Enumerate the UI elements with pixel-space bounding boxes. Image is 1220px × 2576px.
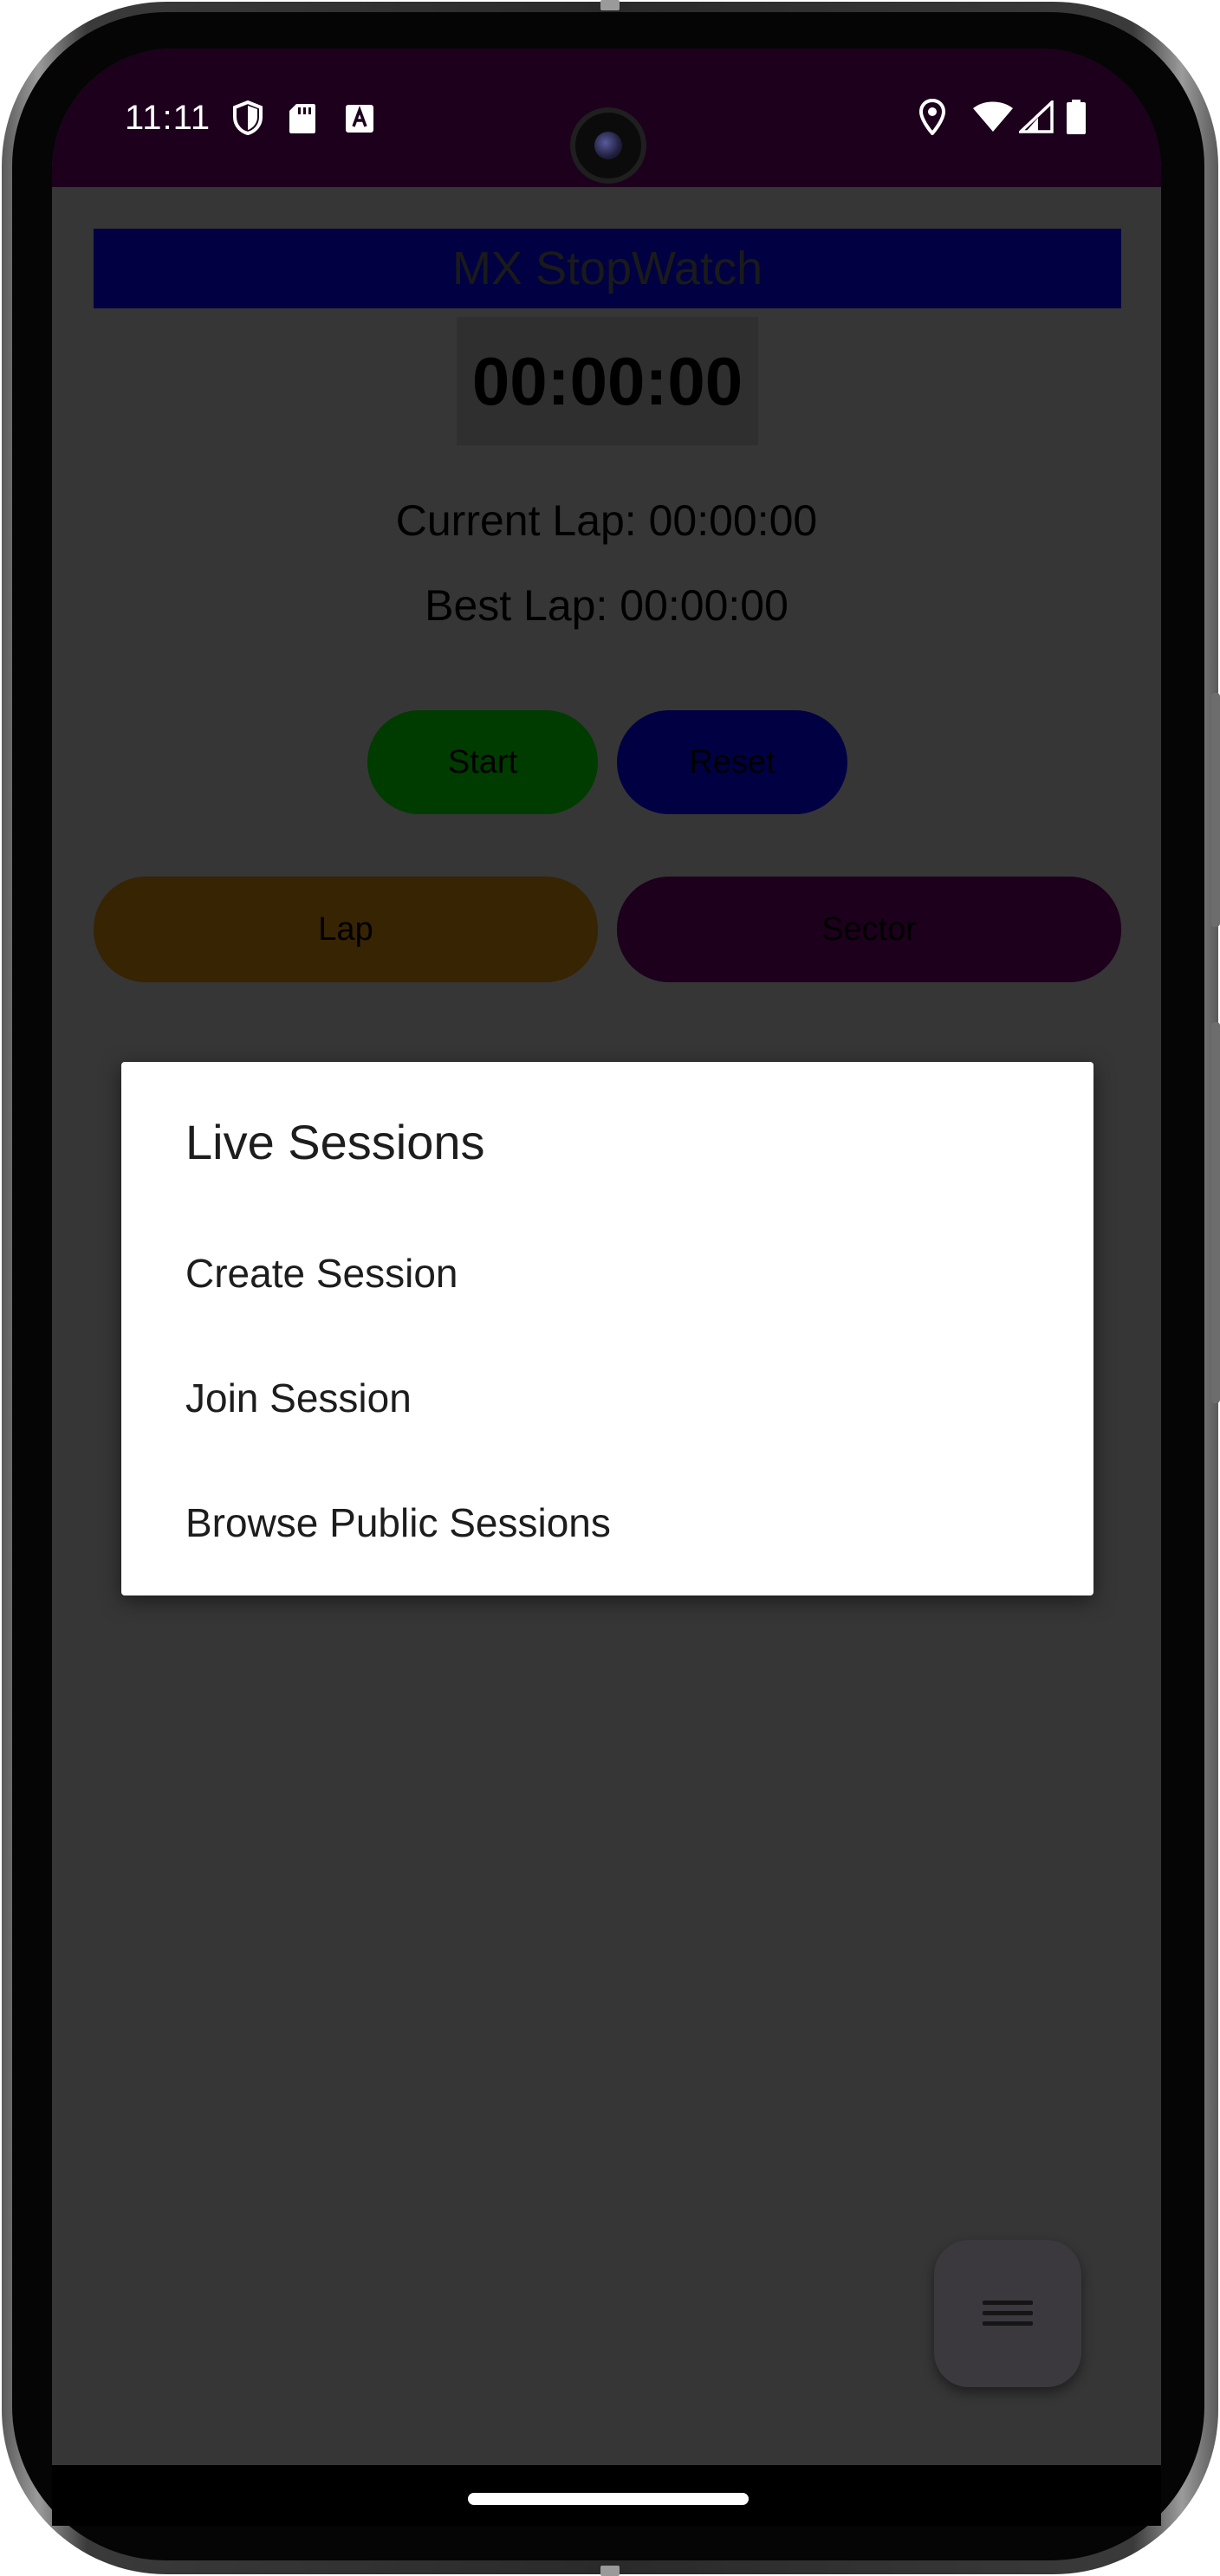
menu-fab-button[interactable] (934, 2240, 1081, 2387)
join-session-option[interactable]: Join Session (121, 1336, 1093, 1460)
front-camera (570, 107, 646, 184)
live-sessions-dialog: Live Sessions Create Session Join Sessio… (121, 1062, 1093, 1595)
browse-public-sessions-option[interactable]: Browse Public Sessions (121, 1460, 1093, 1585)
location-icon (918, 99, 946, 135)
current-lap-label: Current Lap: 00:00:00 (395, 496, 818, 545)
power-button (1211, 693, 1220, 927)
status-bar: 11:11 (52, 49, 1161, 187)
sd-card-icon (289, 104, 315, 133)
status-time: 11:11 (125, 99, 211, 137)
phone-screen: 11:11 MX StopWatch 00:00:00 Current Lap:… (52, 49, 1161, 2465)
volume-button (1211, 1022, 1220, 1403)
shield-icon (233, 100, 263, 135)
camera-lens (594, 132, 622, 159)
dialog-title: Live Sessions (185, 1115, 485, 1169)
wifi-icon (973, 101, 1013, 132)
app-title-bar: MX StopWatch (94, 229, 1121, 308)
reset-button[interactable]: Reset (617, 710, 847, 814)
frame-antenna-bottom (600, 2566, 620, 2576)
battery-icon (1067, 100, 1086, 134)
start-button[interactable]: Start (367, 710, 598, 814)
lap-button[interactable]: Lap (94, 877, 598, 982)
keyboard-a-icon (346, 105, 373, 133)
home-indicator[interactable] (468, 2493, 749, 2505)
timer-display: 00:00:00 (457, 317, 758, 445)
best-lap-label: Best Lap: 00:00:00 (425, 581, 788, 630)
create-session-option[interactable]: Create Session (121, 1211, 1093, 1336)
signal-icon (1019, 100, 1054, 133)
frame-antenna-top (600, 0, 620, 10)
sector-button[interactable]: Sector (617, 877, 1121, 982)
